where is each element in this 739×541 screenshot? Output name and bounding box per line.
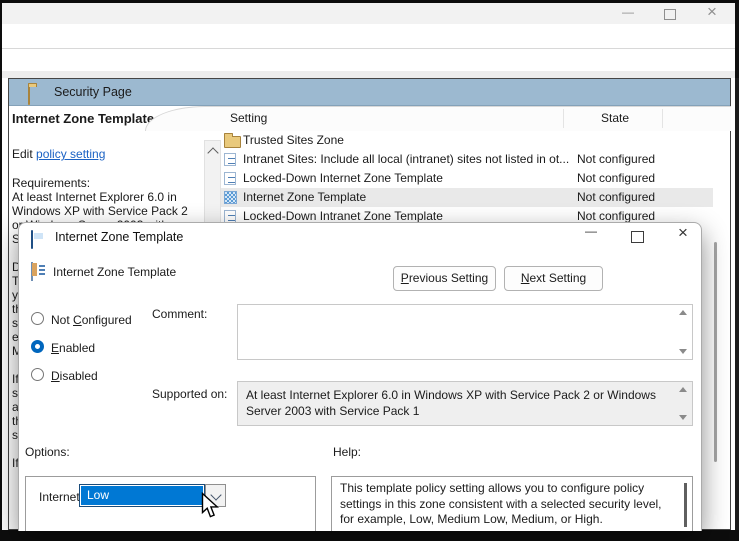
security-page-header: Security Page <box>9 79 730 106</box>
frame-edge <box>735 78 739 541</box>
host-titlebar: — × <box>2 3 735 24</box>
row-setting: Locked-Down Internet Zone Template <box>243 171 443 185</box>
column-header-setting[interactable]: Setting <box>230 111 267 125</box>
comment-label: Comment: <box>152 307 207 321</box>
column-separator[interactable] <box>563 109 564 128</box>
host-close-button[interactable]: × <box>702 2 722 22</box>
comment-input[interactable] <box>237 304 693 360</box>
setting-dialog: Internet Zone Template — × Internet Zone… <box>18 222 702 531</box>
button-label: ext Setting <box>529 271 586 285</box>
row-setting: Locked-Down Intranet Zone Template <box>243 209 443 223</box>
supported-on-label: Supported on: <box>152 387 227 401</box>
dialog-minimize-button[interactable]: — <box>579 224 603 238</box>
scroll-down-icon[interactable] <box>679 415 687 420</box>
supported-on-box: At least Internet Explorer 6.0 in Window… <box>237 381 693 426</box>
host-divider <box>2 48 735 49</box>
column-header-state[interactable]: State <box>601 111 629 125</box>
policy-setting-icon <box>31 262 33 281</box>
help-text: This template policy setting allows you … <box>332 477 692 528</box>
mouse-cursor <box>201 492 223 520</box>
policy-icon <box>224 172 236 185</box>
security-page-title: Security Page <box>54 85 132 99</box>
edit-prefix: Edit <box>12 147 36 161</box>
scroll-up-icon[interactable] <box>679 310 687 315</box>
help-scrollbar[interactable] <box>684 483 687 527</box>
row-state: Not configured <box>577 190 655 204</box>
button-accel: P <box>401 271 409 285</box>
table-row[interactable]: Intranet Sites: Include all local (intra… <box>221 150 713 169</box>
help-box: This template policy setting allows you … <box>331 476 693 531</box>
label-accel: C <box>73 313 82 327</box>
column-separator[interactable] <box>662 109 663 128</box>
label-part: Not <box>51 313 73 327</box>
row-state: Not configured <box>577 209 655 223</box>
button-label: revious Setting <box>409 271 488 285</box>
label-part: nabled <box>59 341 95 355</box>
radio-enabled-label: Enabled <box>51 341 95 355</box>
row-setting: Trusted Sites Zone <box>243 133 344 147</box>
folder-icon <box>28 86 30 105</box>
radio-disabled-label: Disabled <box>51 369 98 383</box>
label-part: isabled <box>60 369 98 383</box>
radio-disabled[interactable] <box>31 368 44 381</box>
dialog-close-button[interactable]: × <box>671 223 695 243</box>
edit-policy-setting-link[interactable]: policy setting <box>36 147 105 161</box>
host-minimize-button[interactable]: — <box>618 5 638 19</box>
dialog-setting-name: Internet Zone Template <box>53 265 176 279</box>
next-setting-button[interactable]: Next Setting <box>504 266 603 291</box>
dropdown-selected-value: Low <box>80 485 204 506</box>
row-state: Not configured <box>577 171 655 185</box>
host-graystrip <box>2 71 735 78</box>
radio-enabled[interactable] <box>31 340 44 353</box>
table-row-selected[interactable]: Internet Zone Template Not configured <box>221 188 713 207</box>
dialog-title: Internet Zone Template <box>55 230 183 244</box>
label-accel: E <box>51 341 59 355</box>
options-label: Options: <box>25 445 70 459</box>
host-maximize-button[interactable] <box>664 9 676 20</box>
help-label: Help: <box>333 445 361 459</box>
dialog-maximize-button[interactable] <box>631 231 644 243</box>
radio-not-configured[interactable] <box>31 312 44 325</box>
table-row[interactable]: Trusted Sites Zone <box>221 131 713 150</box>
left-panel-title: Internet Zone Template <box>12 111 154 126</box>
policy-icon <box>224 153 236 166</box>
scroll-up-icon[interactable] <box>207 147 218 158</box>
policy-selected-icon <box>224 191 237 204</box>
edit-policy-line: Edit policy setting <box>12 147 105 161</box>
row-setting: Intranet Sites: Include all local (intra… <box>243 152 569 166</box>
scroll-down-icon[interactable] <box>679 349 687 354</box>
label-part: onfigured <box>82 313 132 327</box>
supported-on-value: At least Internet Explorer 6.0 in Window… <box>246 387 666 419</box>
label-accel: D <box>51 369 60 383</box>
frame-edge <box>0 0 739 3</box>
scroll-up-icon[interactable] <box>679 387 687 392</box>
row-setting: Internet Zone Template <box>243 190 366 204</box>
previous-setting-button[interactable]: Previous Setting <box>393 266 496 291</box>
table-row[interactable]: Locked-Down Internet Zone Template Not c… <box>221 169 713 188</box>
policy-window-icon <box>31 230 33 249</box>
frame-edge <box>0 0 2 541</box>
folder-icon <box>224 136 241 148</box>
screenshot-root: — × Security Page Internet Zone Template… <box>0 0 739 541</box>
frame-edge <box>0 530 739 541</box>
list-scrollbar[interactable] <box>714 242 717 462</box>
row-state: Not configured <box>577 152 655 166</box>
radio-not-configured-label: Not Configured <box>51 313 132 327</box>
security-level-dropdown[interactable]: Low <box>79 484 205 507</box>
internet-field-label: Internet <box>39 490 80 504</box>
